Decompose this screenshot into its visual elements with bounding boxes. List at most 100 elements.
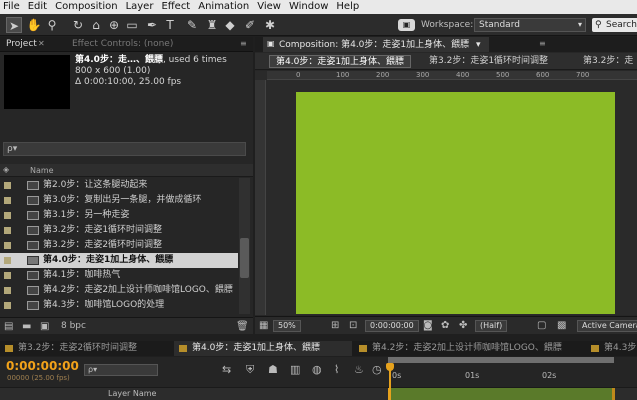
lock-icon[interactable]: ▣: [267, 37, 275, 51]
menu-file[interactable]: File: [0, 0, 24, 14]
item-name: 第3.2步：走姿2循环时间调整: [43, 240, 163, 250]
timeline-tab[interactable]: 第4.2步：走姿2加上设计师咖啡馆LOGO、餵膘: [354, 341, 584, 356]
timeline-tab-active[interactable]: 第4.0步：走姿1加上身体、餵膘: [174, 341, 352, 356]
layer-name-header[interactable]: Layer Name: [108, 389, 156, 398]
label-swatch: [4, 257, 11, 264]
list-item[interactable]: 第2.0步：让这条腿动起来: [0, 178, 238, 193]
bit-depth-button[interactable]: 8 bpc: [61, 321, 86, 331]
scroll-thumb[interactable]: [240, 238, 249, 278]
choose-grid-icon[interactable]: ⊞: [331, 320, 339, 332]
project-item-list: 第2.0步：让这条腿动起来 第3.0步：复制出另一条腿，并做成循环 第3.1步：…: [0, 178, 238, 312]
selection-tool-icon[interactable]: ➤: [6, 17, 22, 33]
menu-effect[interactable]: Effect: [157, 0, 194, 14]
new-folder-icon[interactable]: ▬: [22, 321, 31, 332]
chevron-down-icon[interactable]: ▾: [476, 40, 481, 50]
hand-tool-icon[interactable]: ✋: [26, 17, 42, 33]
trash-icon[interactable]: 🗑: [236, 321, 249, 332]
close-icon[interactable]: ✕: [38, 39, 45, 48]
type-tool-icon[interactable]: T: [162, 17, 178, 33]
magnification-dropdown[interactable]: 50%: [273, 320, 301, 332]
mask-tool-icon[interactable]: ▭: [124, 17, 140, 33]
menu-layer[interactable]: Layer: [122, 0, 158, 14]
tab-effect-controls[interactable]: Effect Controls: (none): [72, 39, 173, 49]
list-item[interactable]: 第4.1步：咖啡热气: [0, 268, 238, 283]
roto-brush-tool-icon[interactable]: ✐: [242, 17, 258, 33]
comp-name[interactable]: 第4.0步：走…、餵膘: [75, 55, 163, 65]
menu-view[interactable]: View: [253, 0, 285, 14]
comp-mini-flowchart-icon[interactable]: ⇆: [222, 363, 231, 376]
workspace-dropdown[interactable]: Standard ▾: [474, 18, 586, 32]
new-composition-icon[interactable]: ▣: [40, 321, 49, 332]
subtab-3[interactable]: 第3.2步：走: [577, 55, 637, 68]
item-name: 第3.1步：另一种走姿: [43, 210, 130, 220]
comp-viewer[interactable]: 0 100 200 300 400 500 600 700: [255, 71, 637, 315]
always-preview-icon[interactable]: ▦: [259, 320, 268, 332]
column-name[interactable]: Name: [30, 166, 54, 175]
eraser-tool-icon[interactable]: ◆: [222, 17, 238, 33]
list-item[interactable]: 第3.2步：走姿2循环时间调整: [0, 238, 238, 253]
show-snapshot-icon[interactable]: ✿: [441, 320, 449, 332]
menu-animation[interactable]: Animation: [194, 0, 253, 14]
menu-edit[interactable]: Edit: [24, 0, 51, 14]
pan-behind-tool-icon[interactable]: ⊕: [106, 17, 122, 33]
tab-project[interactable]: Project: [6, 39, 37, 49]
goggles-icon[interactable]: ▣: [398, 19, 415, 31]
tab-composition[interactable]: ▣ Composition: 第4.0步：走姿1加上身体、餵膘 ▾: [263, 37, 489, 52]
subtab-current[interactable]: 第4.0步：走姿1加上身体、餵膘: [269, 55, 412, 68]
list-item[interactable]: 第3.2步：走姿1循环时间调整: [0, 223, 238, 238]
list-item[interactable]: 第3.1步：另一种走姿: [0, 208, 238, 223]
frame-blending-icon[interactable]: ▥: [290, 363, 300, 376]
project-search-input[interactable]: ρ▾: [3, 142, 246, 156]
layer-out-point[interactable]: [612, 388, 615, 400]
brainstorm-icon[interactable]: ♨: [354, 363, 364, 376]
clone-stamp-tool-icon[interactable]: ♜: [204, 17, 220, 33]
timeline-tab[interactable]: 第4.3步: [586, 341, 637, 356]
search-help-field[interactable]: ⚲ Search: [592, 18, 637, 32]
motion-blur-icon[interactable]: ◍: [312, 363, 322, 376]
snapshot-icon[interactable]: ◙: [423, 320, 433, 332]
draft-3d-icon[interactable]: ⛨: [246, 363, 254, 377]
channel-icon[interactable]: ✤: [459, 320, 467, 332]
menu-window[interactable]: Window: [285, 0, 332, 14]
mask-visibility-icon[interactable]: ⊡: [349, 320, 357, 332]
view-dropdown[interactable]: Active Camera: [577, 320, 637, 332]
zoom-tool-icon[interactable]: ⚲: [44, 17, 60, 33]
timeline-search-input[interactable]: ρ▾: [84, 364, 158, 376]
puppet-tool-icon[interactable]: ✱: [262, 17, 278, 33]
panel-menu-icon[interactable]: ≡: [240, 39, 247, 48]
brush-tool-icon[interactable]: ✎: [184, 17, 200, 33]
project-scrollbar[interactable]: [239, 178, 250, 314]
work-area-bar[interactable]: [388, 357, 614, 363]
transparency-grid-icon[interactable]: ▩: [557, 320, 566, 332]
list-item[interactable]: 第4.2步：走姿2加上设计师咖啡馆LOGO、餵膘: [0, 283, 238, 298]
list-item[interactable]: 第4.3步：咖啡馆LOGO的处理: [0, 298, 238, 313]
label-tag-icon[interactable]: ◈: [3, 165, 9, 174]
resolution-dropdown[interactable]: (Half): [475, 320, 508, 332]
menu-composition[interactable]: Composition: [51, 0, 121, 14]
region-of-interest-icon[interactable]: ▢: [537, 320, 546, 332]
list-item-selected[interactable]: 第4.0步：走姿1加上身体、餵膘: [0, 253, 238, 268]
menu-help[interactable]: Help: [332, 0, 363, 14]
clock-icon[interactable]: ◷: [372, 363, 382, 376]
timeline-current-time[interactable]: 0:00:00:00: [6, 359, 79, 373]
panel-menu-icon[interactable]: ≡: [539, 39, 546, 48]
ruler-horizontal: 0 100 200 300 400 500 600 700: [267, 71, 637, 80]
current-time-field[interactable]: 0:00:00:00: [365, 320, 419, 332]
ruler-label: 100: [336, 71, 350, 79]
graph-editor-icon[interactable]: ⌇: [334, 363, 339, 376]
rotation-tool-icon[interactable]: ↻: [70, 17, 86, 33]
subtab-2[interactable]: 第3.2步：走姿1循环时间调整: [423, 55, 554, 68]
playhead-handle[interactable]: [386, 363, 394, 371]
label-swatch: [179, 345, 187, 352]
ruler-label: 600: [536, 71, 550, 79]
layer-duration-bar[interactable]: [388, 388, 614, 400]
project-panel-tabs: Project ✕ Effect Controls: (none) ≡: [0, 37, 253, 52]
hide-shy-layers-icon[interactable]: ☗: [268, 363, 278, 376]
menu-bar: File Edit Composition Layer Effect Anima…: [0, 0, 637, 14]
interpret-footage-icon[interactable]: ▤: [4, 321, 13, 332]
pen-tool-icon[interactable]: ✒: [144, 17, 160, 33]
list-item[interactable]: 第3.0步：复制出另一条腿，并做成循环: [0, 193, 238, 208]
camera-tool-icon[interactable]: ⌂: [88, 17, 104, 33]
timeline-tab[interactable]: 第3.2步：走姿2循环时间调整: [0, 341, 172, 356]
comp-frame[interactable]: [296, 92, 615, 314]
